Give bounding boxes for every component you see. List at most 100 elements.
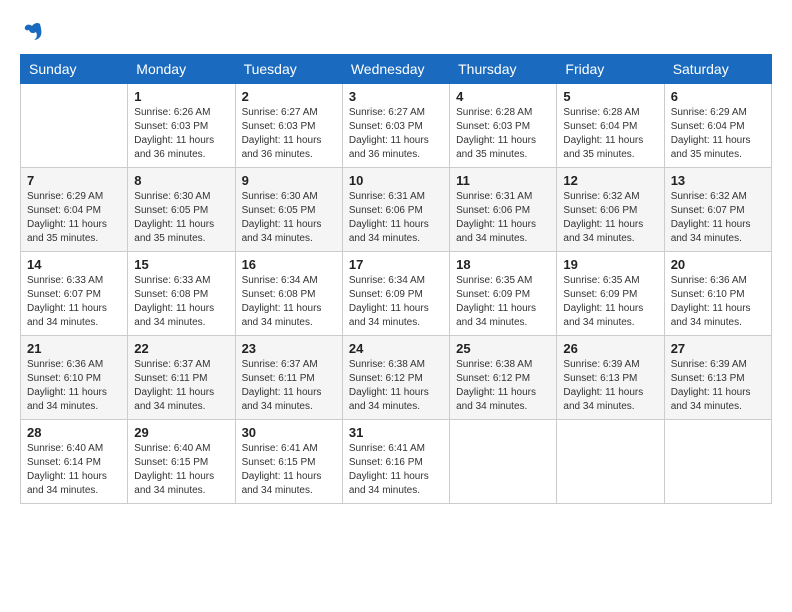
calendar-cell: 21 Sunrise: 6:36 AMSunset: 6:10 PMDayligh… xyxy=(21,336,128,420)
calendar-cell: 18 Sunrise: 6:35 AMSunset: 6:09 PMDayligh… xyxy=(450,252,557,336)
calendar-cell: 6Sunrise: 6:29 AMSunset: 6:04 PMDaylight… xyxy=(664,84,771,168)
day-info: Sunrise: 6:31 AMSunset: 6:06 PMDaylight:… xyxy=(456,190,550,246)
calendar-cell: 25 Sunrise: 6:38 AMSunset: 6:12 PMDayligh… xyxy=(450,336,557,420)
day-info: Sunrise: 6:30 AMSunset: 6:05 PMDaylight:… xyxy=(242,190,336,246)
calendar-cell: 5 Sunrise: 6:28 AMSunset: 6:04 PMDaylight… xyxy=(557,84,664,168)
calendar-week-row: 21 Sunrise: 6:36 AMSunset: 6:10 PMDayligh… xyxy=(21,336,772,420)
calendar-cell: 28 Sunrise: 6:40 AMSunset: 6:14 PMDayligh… xyxy=(21,420,128,504)
calendar-cell: 23Sunrise: 6:37 AMSunset: 6:11 PMDayligh… xyxy=(235,336,342,420)
day-info: Sunrise: 6:38 AMSunset: 6:12 PMDaylight:… xyxy=(349,358,443,414)
day-info: Sunrise: 6:33 AMSunset: 6:07 PMDaylight:… xyxy=(27,274,121,330)
day-number: 20 xyxy=(671,257,765,272)
calendar-cell: 30 Sunrise: 6:41 AMSunset: 6:15 PMDayligh… xyxy=(235,420,342,504)
day-info: Sunrise: 6:26 AMSunset: 6:03 PMDaylight:… xyxy=(134,106,228,162)
day-number: 15 xyxy=(134,257,228,272)
day-number: 4 xyxy=(456,89,550,104)
calendar-table: SundayMondayTuesdayWednesdayThursdayFrid… xyxy=(20,54,772,504)
calendar-cell: 20 Sunrise: 6:36 AMSunset: 6:10 PMDayligh… xyxy=(664,252,771,336)
day-number: 6 xyxy=(671,89,765,104)
day-number: 11 xyxy=(456,173,550,188)
day-number: 12 xyxy=(563,173,657,188)
day-info: Sunrise: 6:39 AMSunset: 6:13 PMDaylight:… xyxy=(671,358,765,414)
day-number: 8 xyxy=(134,173,228,188)
day-number: 10 xyxy=(349,173,443,188)
calendar-week-row: 28 Sunrise: 6:40 AMSunset: 6:14 PMDayligh… xyxy=(21,420,772,504)
calendar-cell: 2Sunrise: 6:27 AMSunset: 6:03 PMDaylight… xyxy=(235,84,342,168)
day-info: Sunrise: 6:32 AMSunset: 6:06 PMDaylight:… xyxy=(563,190,657,246)
day-number: 3 xyxy=(349,89,443,104)
day-info: Sunrise: 6:27 AMSunset: 6:03 PMDaylight:… xyxy=(349,106,443,162)
day-info: Sunrise: 6:38 AMSunset: 6:12 PMDaylight:… xyxy=(456,358,550,414)
day-number: 16 xyxy=(242,257,336,272)
calendar-week-row: 7Sunrise: 6:29 AMSunset: 6:04 PMDaylight… xyxy=(21,168,772,252)
day-info: Sunrise: 6:33 AMSunset: 6:08 PMDaylight:… xyxy=(134,274,228,330)
day-info: Sunrise: 6:34 AMSunset: 6:08 PMDaylight:… xyxy=(242,274,336,330)
day-info: Sunrise: 6:40 AMSunset: 6:15 PMDaylight:… xyxy=(134,442,228,498)
day-info: Sunrise: 6:34 AMSunset: 6:09 PMDaylight:… xyxy=(349,274,443,330)
calendar-cell: 10 Sunrise: 6:31 AMSunset: 6:06 PMDayligh… xyxy=(342,168,449,252)
logo xyxy=(20,20,44,44)
day-number: 23 xyxy=(242,341,336,356)
day-number: 14 xyxy=(27,257,121,272)
day-info: Sunrise: 6:29 AMSunset: 6:04 PMDaylight:… xyxy=(27,190,121,246)
day-number: 21 xyxy=(27,341,121,356)
weekday-header-saturday: Saturday xyxy=(664,55,771,84)
calendar-cell: 14 Sunrise: 6:33 AMSunset: 6:07 PMDayligh… xyxy=(21,252,128,336)
day-number: 29 xyxy=(134,425,228,440)
day-number: 27 xyxy=(671,341,765,356)
calendar-week-row: 1 Sunrise: 6:26 AMSunset: 6:03 PMDaylight… xyxy=(21,84,772,168)
calendar-cell: 13 Sunrise: 6:32 AMSunset: 6:07 PMDayligh… xyxy=(664,168,771,252)
day-info: Sunrise: 6:30 AMSunset: 6:05 PMDaylight:… xyxy=(134,190,228,246)
calendar-cell xyxy=(557,420,664,504)
weekday-header-row: SundayMondayTuesdayWednesdayThursdayFrid… xyxy=(21,55,772,84)
calendar-cell: 24Sunrise: 6:38 AMSunset: 6:12 PMDayligh… xyxy=(342,336,449,420)
day-info: Sunrise: 6:35 AMSunset: 6:09 PMDaylight:… xyxy=(563,274,657,330)
calendar-cell xyxy=(664,420,771,504)
day-number: 18 xyxy=(456,257,550,272)
day-number: 19 xyxy=(563,257,657,272)
calendar-cell xyxy=(21,84,128,168)
calendar-cell: 11 Sunrise: 6:31 AMSunset: 6:06 PMDayligh… xyxy=(450,168,557,252)
calendar-cell: 9 Sunrise: 6:30 AMSunset: 6:05 PMDaylight… xyxy=(235,168,342,252)
day-number: 13 xyxy=(671,173,765,188)
weekday-header-tuesday: Tuesday xyxy=(235,55,342,84)
day-info: Sunrise: 6:32 AMSunset: 6:07 PMDaylight:… xyxy=(671,190,765,246)
day-number: 31 xyxy=(349,425,443,440)
day-number: 9 xyxy=(242,173,336,188)
day-info: Sunrise: 6:39 AMSunset: 6:13 PMDaylight:… xyxy=(563,358,657,414)
day-info: Sunrise: 6:28 AMSunset: 6:04 PMDaylight:… xyxy=(563,106,657,162)
weekday-header-monday: Monday xyxy=(128,55,235,84)
day-info: Sunrise: 6:40 AMSunset: 6:14 PMDaylight:… xyxy=(27,442,121,498)
day-number: 5 xyxy=(563,89,657,104)
calendar-cell: 16 Sunrise: 6:34 AMSunset: 6:08 PMDayligh… xyxy=(235,252,342,336)
day-info: Sunrise: 6:41 AMSunset: 6:15 PMDaylight:… xyxy=(242,442,336,498)
day-number: 26 xyxy=(563,341,657,356)
page-header xyxy=(20,20,772,44)
day-number: 28 xyxy=(27,425,121,440)
day-number: 17 xyxy=(349,257,443,272)
day-info: Sunrise: 6:31 AMSunset: 6:06 PMDaylight:… xyxy=(349,190,443,246)
day-info: Sunrise: 6:35 AMSunset: 6:09 PMDaylight:… xyxy=(456,274,550,330)
logo-bird-icon xyxy=(22,20,44,46)
calendar-cell: 1 Sunrise: 6:26 AMSunset: 6:03 PMDaylight… xyxy=(128,84,235,168)
weekday-header-sunday: Sunday xyxy=(21,55,128,84)
calendar-cell: 19 Sunrise: 6:35 AMSunset: 6:09 PMDayligh… xyxy=(557,252,664,336)
day-number: 2 xyxy=(242,89,336,104)
day-number: 22 xyxy=(134,341,228,356)
calendar-cell: 3 Sunrise: 6:27 AMSunset: 6:03 PMDaylight… xyxy=(342,84,449,168)
calendar-cell: 4Sunrise: 6:28 AMSunset: 6:03 PMDaylight… xyxy=(450,84,557,168)
calendar-cell: 12 Sunrise: 6:32 AMSunset: 6:06 PMDayligh… xyxy=(557,168,664,252)
day-info: Sunrise: 6:36 AMSunset: 6:10 PMDaylight:… xyxy=(27,358,121,414)
calendar-cell: 31Sunrise: 6:41 AMSunset: 6:16 PMDayligh… xyxy=(342,420,449,504)
day-number: 30 xyxy=(242,425,336,440)
day-info: Sunrise: 6:36 AMSunset: 6:10 PMDaylight:… xyxy=(671,274,765,330)
calendar-cell: 22Sunrise: 6:37 AMSunset: 6:11 PMDayligh… xyxy=(128,336,235,420)
calendar-cell: 27 Sunrise: 6:39 AMSunset: 6:13 PMDayligh… xyxy=(664,336,771,420)
weekday-header-thursday: Thursday xyxy=(450,55,557,84)
calendar-week-row: 14 Sunrise: 6:33 AMSunset: 6:07 PMDayligh… xyxy=(21,252,772,336)
calendar-cell xyxy=(450,420,557,504)
day-number: 25 xyxy=(456,341,550,356)
day-number: 1 xyxy=(134,89,228,104)
calendar-cell: 7Sunrise: 6:29 AMSunset: 6:04 PMDaylight… xyxy=(21,168,128,252)
calendar-cell: 26 Sunrise: 6:39 AMSunset: 6:13 PMDayligh… xyxy=(557,336,664,420)
